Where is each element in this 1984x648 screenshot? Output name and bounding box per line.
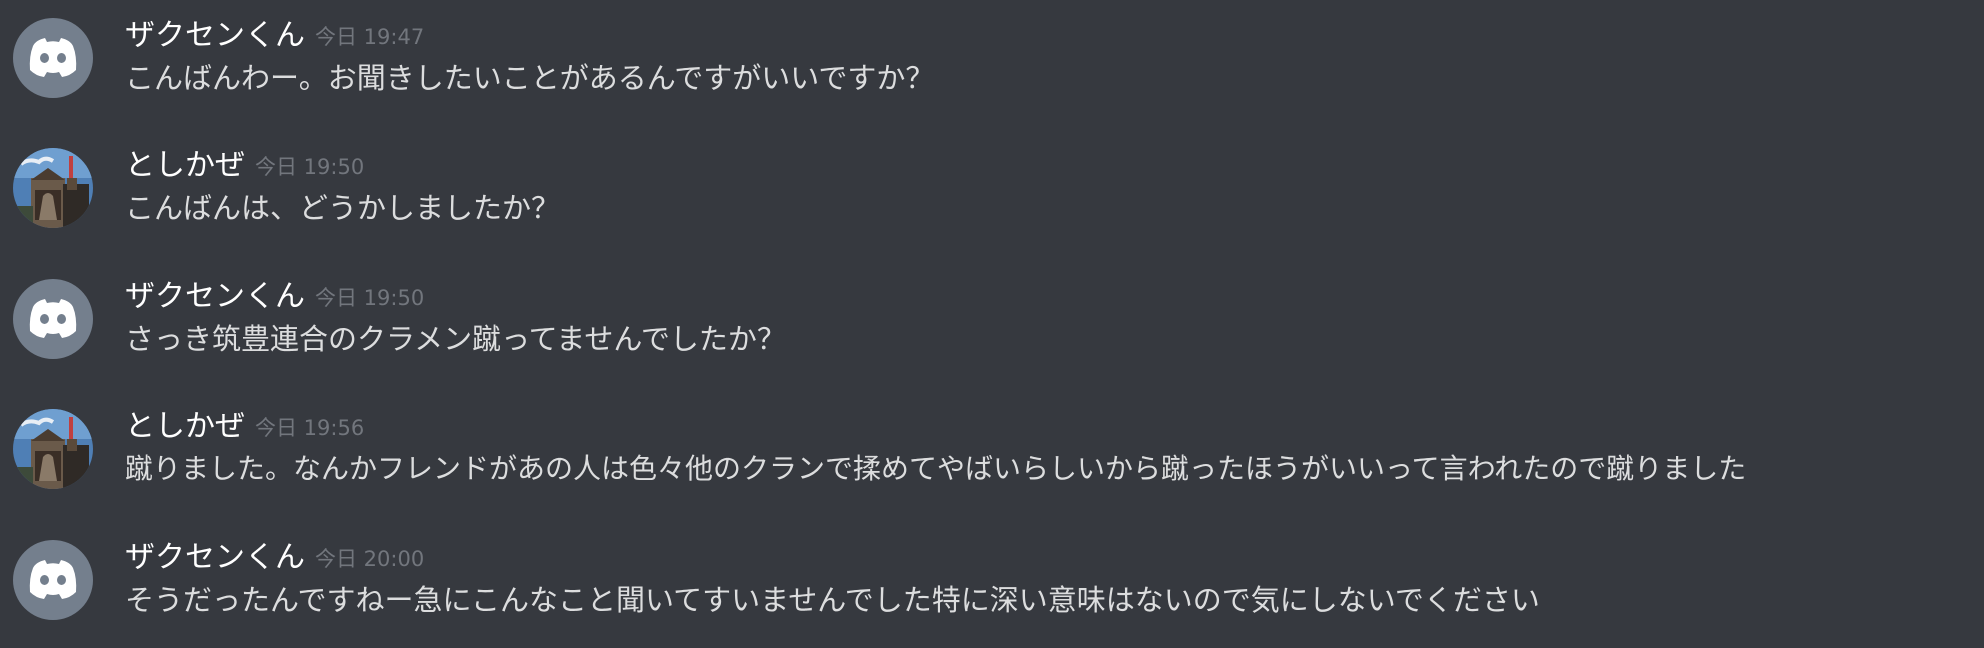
username[interactable]: としかぜ bbox=[125, 409, 245, 444]
message-text: そうだったんですねー急にこんなこと聞いてすいませんでした特に深い意味はないので気… bbox=[125, 583, 1540, 617]
username[interactable]: としかぜ bbox=[125, 148, 245, 183]
timestamp: 今日 19:50 bbox=[255, 154, 365, 179]
user-photo-avatar[interactable] bbox=[13, 409, 93, 489]
message-text: 蹴りました。なんかフレンドがあの人は色々他のクランで揉めてやばいらしいから蹴った… bbox=[125, 452, 1747, 485]
discord-default-avatar-icon[interactable] bbox=[13, 18, 93, 98]
message-header: ザクセンくん 今日 20:00 bbox=[125, 538, 424, 579]
timestamp: 今日 19:47 bbox=[315, 24, 425, 49]
username[interactable]: ザクセンくん bbox=[125, 540, 305, 575]
chat-message-list: ザクセンくん 今日 19:47 こんばんわー。お聞きしたいことがあるんですがいいで… bbox=[0, 0, 1984, 648]
username[interactable]: ザクセンくん bbox=[125, 18, 305, 53]
timestamp: 今日 19:50 bbox=[315, 285, 425, 310]
message-item: としかぜ 今日 19:56 蹴りました。なんかフレンドがあの人は色々他のクランで揉… bbox=[0, 391, 1984, 511]
message-header: ザクセンくん 今日 19:50 bbox=[125, 277, 424, 318]
message-header: ザクセンくん 今日 19:47 bbox=[125, 16, 424, 57]
discord-default-avatar-icon[interactable] bbox=[13, 279, 93, 359]
message-text: こんばんわー。お聞きしたいことがあるんですがいいですか？ bbox=[125, 61, 935, 95]
message-header: としかぜ 今日 19:50 bbox=[125, 146, 364, 187]
timestamp: 今日 20:00 bbox=[315, 546, 425, 571]
message-header: としかぜ 今日 19:56 bbox=[125, 407, 364, 448]
message-item: ザクセンくん 今日 19:50 さっき筑豊連合のクラメン蹴ってませんでしたか？ bbox=[0, 261, 1984, 381]
discord-default-avatar-icon[interactable] bbox=[13, 540, 93, 620]
username[interactable]: ザクセンくん bbox=[125, 279, 305, 314]
message-text: こんばんは、どうかしましたか？ bbox=[125, 191, 561, 225]
message-text: さっき筑豊連合のクラメン蹴ってませんでしたか？ bbox=[125, 322, 786, 356]
timestamp: 今日 19:56 bbox=[255, 415, 365, 440]
user-photo-avatar[interactable] bbox=[13, 148, 93, 228]
message-item: ザクセンくん 今日 20:00 そうだったんですねー急にこんなこと聞いてすいません… bbox=[0, 522, 1984, 642]
message-item: ザクセンくん 今日 19:47 こんばんわー。お聞きしたいことがあるんですがいいで… bbox=[0, 0, 1984, 120]
message-item: としかぜ 今日 19:50 こんばんは、どうかしましたか？ bbox=[0, 130, 1984, 250]
